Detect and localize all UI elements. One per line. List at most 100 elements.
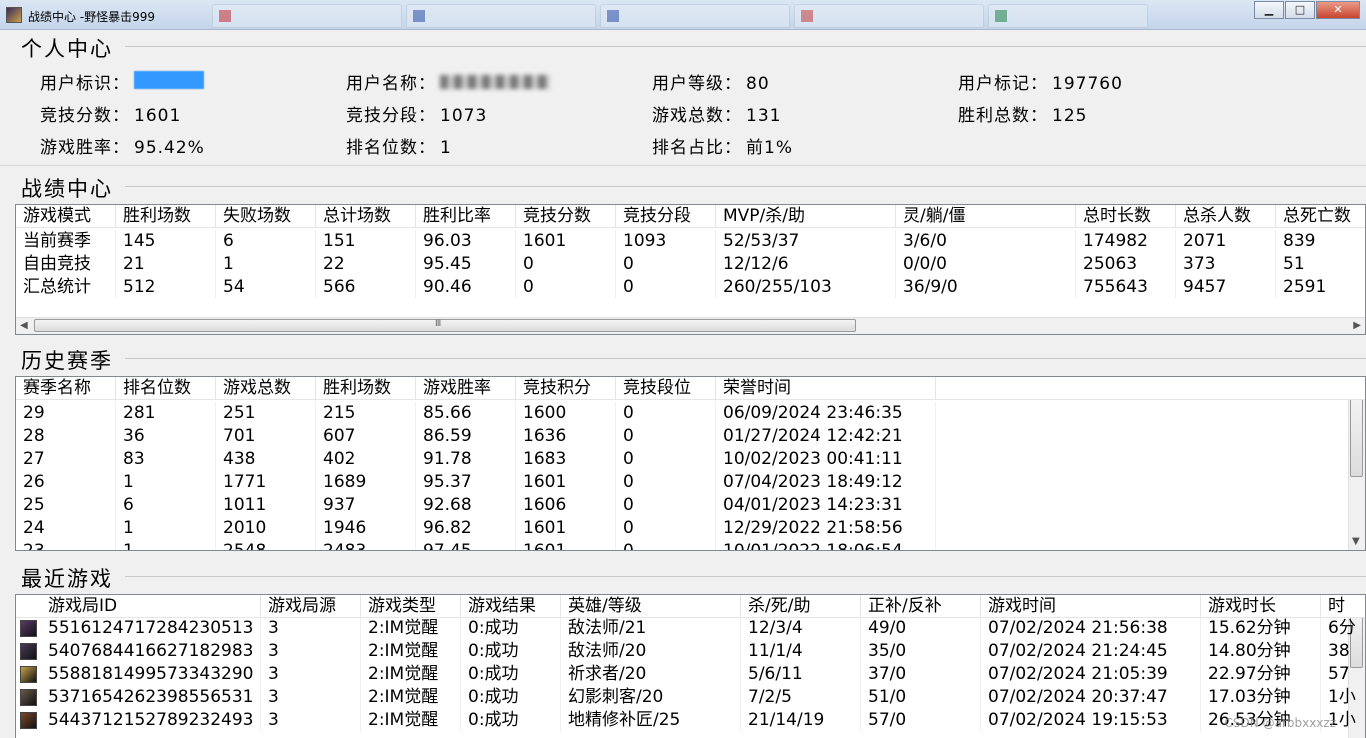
field-label: 用户标记： [958, 74, 1048, 94]
table-row[interactable]: 5443712152789232493 3 2:IM觉醒 0:成功 地精修补匠/25 21… [16, 709, 1365, 732]
column-header[interactable]: 时 [1321, 595, 1365, 618]
profile-field: 排名占比： 前1% [652, 133, 793, 158]
hero-icon [20, 643, 37, 660]
column-header[interactable]: 游戏胜率 [416, 377, 516, 400]
field-label: 用户名称： [346, 74, 436, 94]
table-cell: 0:成功 [461, 686, 561, 709]
column-header[interactable]: 游戏总数 [216, 377, 316, 400]
column-header[interactable]: 游戏时间 [981, 595, 1201, 618]
scroll-right-icon[interactable]: ▶ [1353, 320, 1361, 331]
field-value[interactable]: 131 [746, 106, 781, 126]
table-row[interactable]: 汇总统计 512 54 566 90.46 0 0 260/255/103 36/9/0 7556… [16, 276, 1365, 299]
table-cell: 90.46 [416, 276, 516, 299]
field-value[interactable]: 1073 [440, 106, 487, 126]
column-header[interactable]: 胜利场数 [316, 377, 416, 400]
table-cell: 1600 [516, 402, 616, 425]
table-row[interactable]: 24 1 2010 1946 96.82 1601 0 12/29/2022 21:58:56 [16, 517, 1365, 540]
table-cell: 0:成功 [461, 640, 561, 663]
field-value[interactable] [134, 71, 204, 89]
column-header[interactable]: 总时长数 [1076, 205, 1176, 228]
recent-games-table[interactable]: ▲ 游戏局ID游戏局源游戏类型游戏结果英雄/等级杀/死/助正补/反补游戏时间游戏… [15, 594, 1366, 738]
table-cell: 215 [316, 402, 416, 425]
column-header[interactable]: 游戏局ID [41, 595, 261, 618]
column-header[interactable]: 杀/死/助 [741, 595, 861, 618]
table-cell: 汇总统计 [16, 276, 116, 299]
table-row[interactable]: 5371654262398556531 3 2:IM觉醒 0:成功 幻影刺客/20 7/2… [16, 686, 1365, 709]
maximize-button[interactable]: □ [1285, 1, 1315, 19]
column-header[interactable]: 总杀人数 [1176, 205, 1276, 228]
column-header[interactable]: 游戏时长 [1201, 595, 1321, 618]
table-row[interactable]: 5407684416627182983 3 2:IM觉醒 0:成功 敌法师/20 11/1… [16, 640, 1365, 663]
stats-table[interactable]: ◀ Ⅲ ▶ 游戏模式 胜利场数 失败场数 总计场数 胜利比率 竞技分数 竞技分段 MVP/杀/… [15, 204, 1366, 335]
field-value[interactable]: 前1% [746, 138, 793, 158]
minimize-button[interactable]: ▁ [1254, 1, 1284, 19]
field-label: 游戏总数： [652, 106, 742, 126]
table-row[interactable]: 当前赛季 145 6 151 96.03 1601 1093 52/53/37 3/6/0 174… [16, 230, 1365, 253]
table-row[interactable]: 23 1 2548 2483 97.45 1601 0 10/01/2022 18:06:54 [16, 540, 1365, 550]
column-header[interactable]: 游戏结果 [461, 595, 561, 618]
table-cell: 0 [516, 253, 616, 276]
table-row[interactable]: 自由竞技 21 1 22 95.45 0 0 12/12/6 0/0/0 25063 373 51 [16, 253, 1365, 276]
column-header[interactable]: 胜利场数 [116, 205, 216, 228]
table-cell: 0 [616, 517, 716, 540]
table-cell: 21 [116, 253, 216, 276]
table-cell: 07/02/2024 20:37:47 [981, 686, 1201, 709]
field-value[interactable]: 197760 [1052, 74, 1123, 94]
column-header[interactable]: MVP/杀/助 [716, 205, 896, 228]
table-cell: 0:成功 [461, 617, 561, 640]
column-header[interactable]: 赛季名称 [16, 377, 116, 400]
column-header[interactable]: 竞技段位 [616, 377, 716, 400]
table-cell: 96.03 [416, 230, 516, 253]
table-cell: 12/3/4 [741, 617, 861, 640]
table-row[interactable]: 28 36 701 607 86.59 1636 0 01/27/2024 12:42:21 [16, 425, 1365, 448]
field-label: 用户等级： [652, 74, 742, 94]
divider [125, 46, 1366, 47]
column-header[interactable]: 失败场数 [216, 205, 316, 228]
column-header[interactable]: 游戏局源 [261, 595, 361, 618]
title-bar: 战绩中心 -野怪暴击999 ▁ □ ✕ [0, 0, 1366, 30]
column-header[interactable]: 竞技分段 [616, 205, 716, 228]
table-cell: 10/01/2022 18:06:54 [716, 540, 936, 550]
column-header[interactable]: 竞技积分 [516, 377, 616, 400]
table-row[interactable]: 25 6 1011 937 92.68 1606 0 04/01/2023 14:23:31 [16, 494, 1365, 517]
table-row[interactable]: 5588181499573343290 3 2:IM觉醒 0:成功 祈求者/20 5/6/… [16, 663, 1365, 686]
table-cell: 5443712152789232493 [41, 709, 261, 732]
table-cell: 1小 [1321, 686, 1365, 709]
table-cell: 0:成功 [461, 709, 561, 732]
column-header[interactable]: 总死亡数 [1276, 205, 1365, 228]
column-header[interactable]: 游戏类型 [361, 595, 461, 618]
field-value[interactable]: 125 [1052, 106, 1087, 126]
table-row[interactable]: 26 1 1771 1689 95.37 1601 0 07/04/2023 18:49:12 [16, 471, 1365, 494]
column-header[interactable]: 英雄/等级 [561, 595, 741, 618]
scroll-thumb[interactable]: Ⅲ [34, 319, 856, 332]
table-cell: 86.59 [416, 425, 516, 448]
column-header[interactable]: 总计场数 [316, 205, 416, 228]
table-row[interactable]: 5516124717284230513 3 2:IM觉醒 0:成功 敌法师/21 12/3… [16, 617, 1365, 640]
field-value[interactable] [440, 75, 550, 89]
table-row[interactable]: 29 281 251 215 85.66 1600 0 06/09/2024 23:46:35 [16, 402, 1365, 425]
table-cell: 839 [1276, 230, 1365, 253]
table-row[interactable]: 27 83 438 402 91.78 1683 0 10/02/2023 00:41:11 [16, 448, 1365, 471]
table-cell: 28 [16, 425, 116, 448]
field-value[interactable]: 1 [440, 138, 452, 158]
column-header[interactable]: 游戏模式 [16, 205, 116, 228]
seasons-table[interactable]: ▲ ▼ 赛季名称排名位数游戏总数胜利场数游戏胜率竞技积分竞技段位荣誉时间2928… [15, 376, 1366, 551]
horizontal-scrollbar[interactable]: ◀ Ⅲ ▶ [16, 317, 1365, 334]
background-tab [600, 4, 790, 28]
column-header[interactable]: 竞技分数 [516, 205, 616, 228]
table-cell: 01/27/2024 12:42:21 [716, 425, 936, 448]
table-cell: 1601 [516, 471, 616, 494]
field-value[interactable]: 95.42% [134, 138, 205, 158]
close-button[interactable]: ✕ [1316, 1, 1360, 19]
field-value[interactable]: 1601 [134, 106, 181, 126]
scroll-left-icon[interactable]: ◀ [20, 320, 28, 331]
column-header[interactable]: 正补/反补 [861, 595, 981, 618]
column-header[interactable]: 荣誉时间 [716, 377, 936, 400]
column-header[interactable]: 排名位数 [116, 377, 216, 400]
column-header[interactable]: 灵/躺/僵 [896, 205, 1076, 228]
column-header[interactable]: 胜利比率 [416, 205, 516, 228]
hero-icon [20, 620, 37, 637]
table-cell: 95.37 [416, 471, 516, 494]
table-cell: 0 [616, 471, 716, 494]
field-value[interactable]: 80 [746, 74, 770, 94]
